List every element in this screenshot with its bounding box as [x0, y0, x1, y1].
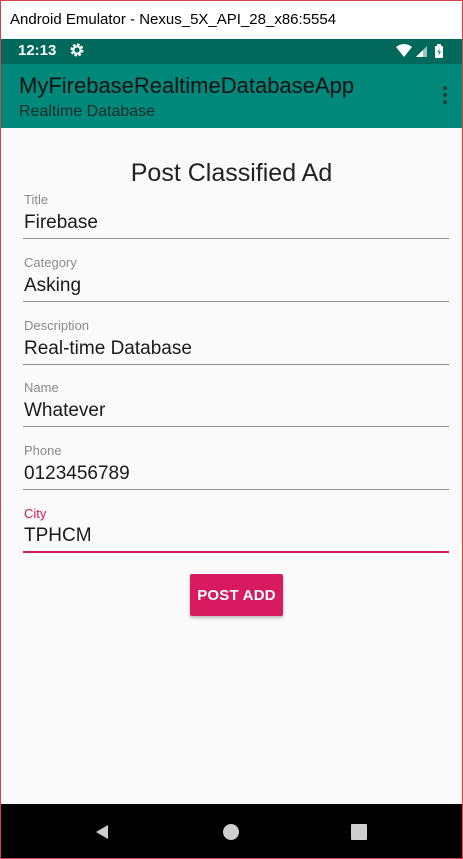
page-title: Post Classified Ad [130, 159, 333, 187]
app-bar: MyFirebaseRealtimeDatabaseApp Realtime D… [1, 64, 462, 128]
category-input[interactable] [23, 270, 449, 302]
emulator-frame: Android Emulator - Nexus_5X_API_28_x86:5… [0, 0, 463, 859]
phone-label: Phone [24, 443, 62, 458]
battery-icon [435, 44, 443, 58]
city-label: City [24, 506, 47, 521]
title-label: Title [24, 192, 49, 207]
window-title: Android Emulator - Nexus_5X_API_28_x86:5… [10, 11, 337, 28]
name-label: Name [24, 380, 59, 395]
post-add-button[interactable]: POST ADD [190, 574, 283, 616]
home-icon[interactable] [222, 823, 240, 841]
system-icons [396, 44, 443, 58]
back-icon[interactable] [93, 823, 111, 841]
status-time: 12:13 [18, 42, 57, 59]
description-label: Description [24, 318, 90, 333]
city-input[interactable] [23, 521, 449, 553]
cell-signal-icon [416, 46, 427, 57]
app-subtitle: Realtime Database [19, 103, 156, 120]
phone-input[interactable] [23, 458, 449, 490]
navigation-bar [1, 804, 462, 858]
settings-gear-icon [70, 43, 84, 57]
category-label: Category [24, 255, 77, 270]
app-title: MyFirebaseRealtimeDatabaseApp [19, 73, 355, 98]
title-input[interactable] [23, 207, 449, 239]
status-bar: 12:13 [1, 39, 462, 64]
overflow-menu-icon[interactable] [442, 86, 448, 108]
name-input[interactable] [23, 395, 449, 427]
recents-icon[interactable] [350, 823, 368, 841]
window-titlebar: Android Emulator - Nexus_5X_API_28_x86:5… [1, 1, 462, 39]
description-input[interactable] [23, 333, 449, 365]
wifi-icon [396, 44, 412, 57]
